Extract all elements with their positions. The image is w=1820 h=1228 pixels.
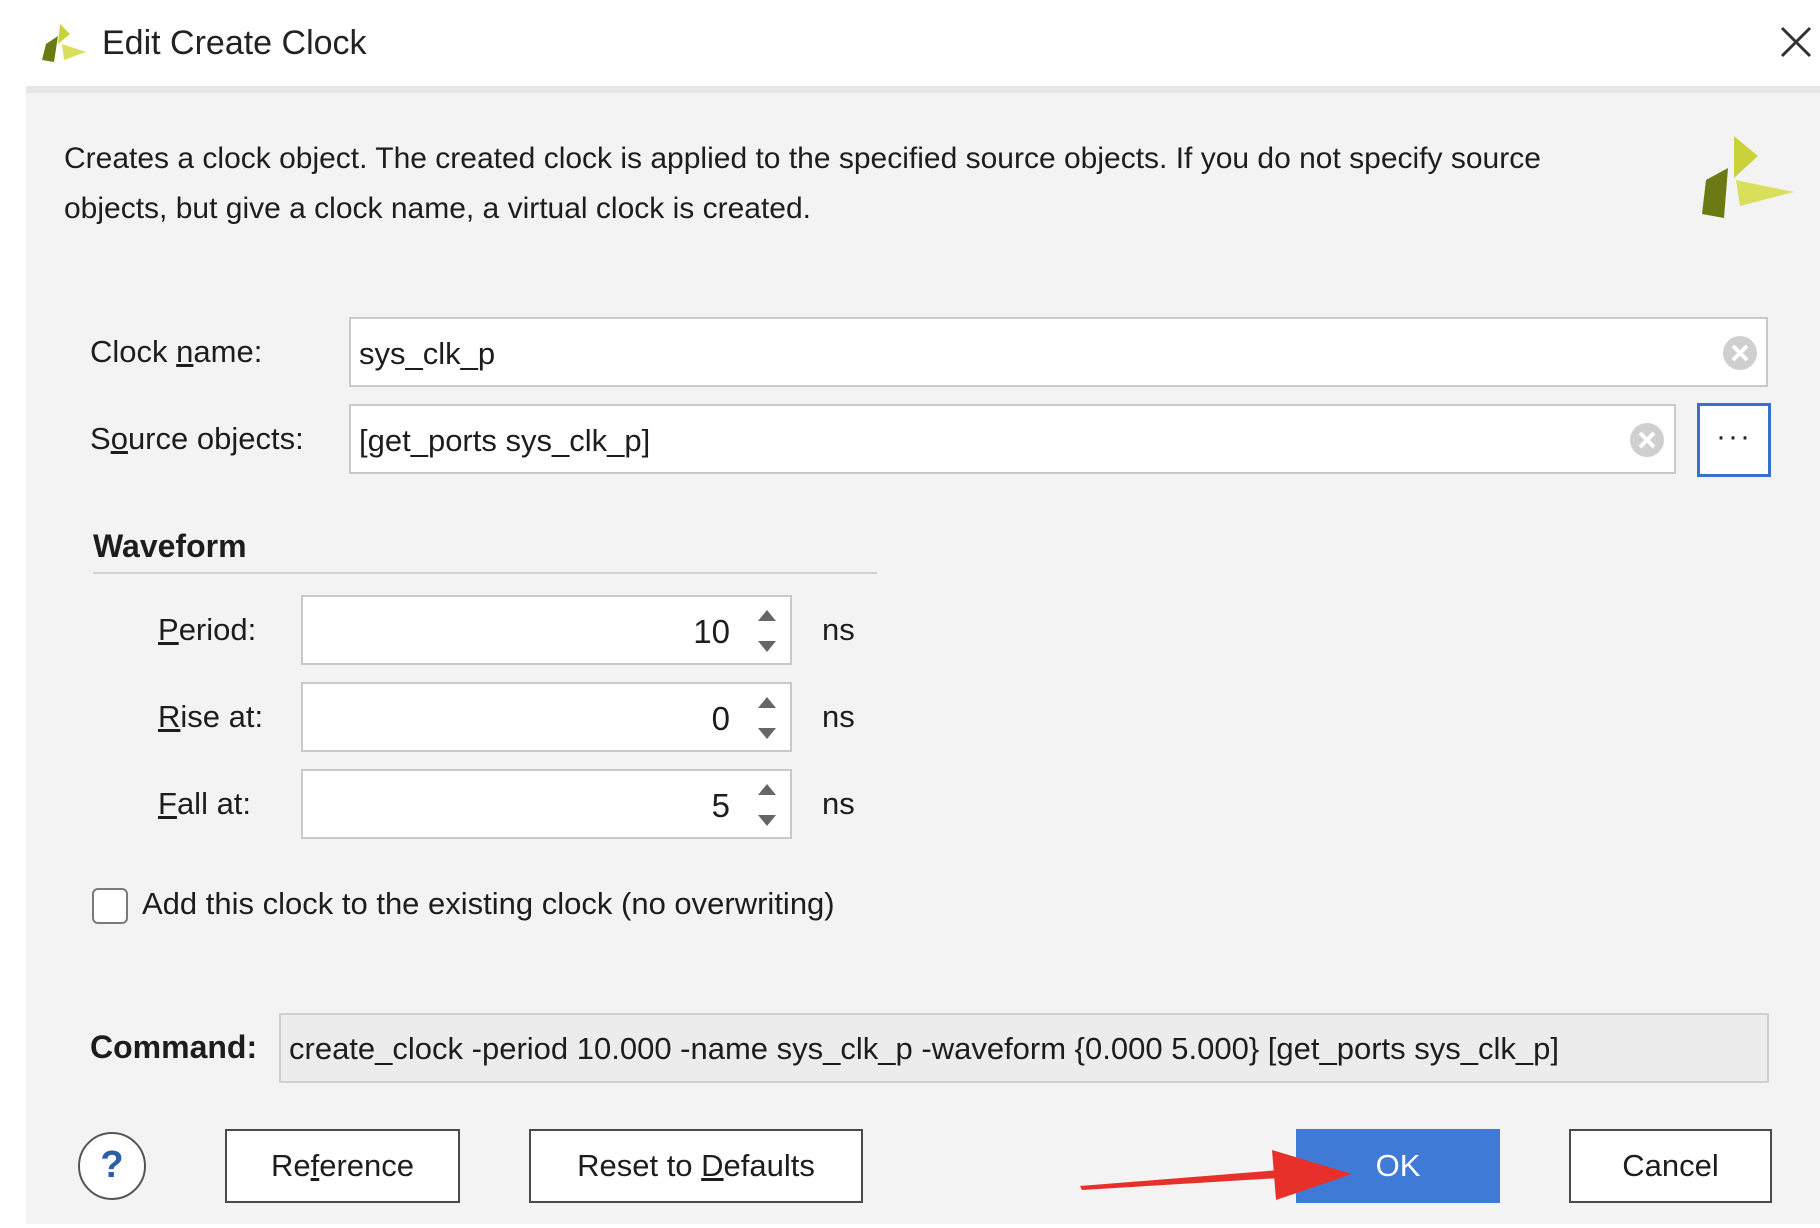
rise-at-unit: ns — [822, 699, 855, 734]
window-title: Edit Create Clock — [102, 24, 367, 62]
clear-icon[interactable] — [1721, 334, 1759, 372]
add-clock-checkbox[interactable] — [92, 888, 128, 924]
ok-button[interactable]: OK — [1296, 1129, 1500, 1203]
clock-name-field[interactable]: sys_clk_p — [349, 317, 1768, 387]
browse-label: ··· — [1716, 420, 1752, 453]
command-field[interactable]: create_clock -period 10.000 -name sys_cl… — [279, 1013, 1769, 1083]
fall-at-unit: ns — [822, 786, 855, 821]
help-icon: ? — [100, 1144, 124, 1186]
source-objects-field[interactable]: [get_ports sys_clk_p] — [349, 404, 1676, 474]
section-divider — [93, 572, 877, 574]
title-separator — [26, 86, 1820, 93]
rise-at-spinner[interactable]: 0 — [301, 682, 792, 752]
command-value: create_clock -period 10.000 -name sys_cl… — [289, 1031, 1559, 1066]
spin-up-icon[interactable] — [754, 779, 780, 801]
rise-at-label: Rise at: — [158, 699, 264, 734]
spin-down-icon[interactable] — [754, 809, 780, 831]
clock-name-value: sys_clk_p — [359, 336, 496, 371]
close-icon[interactable] — [1778, 24, 1814, 60]
rise-at-value: 0 — [711, 700, 730, 737]
source-objects-label: Source objects: — [90, 421, 304, 456]
command-label: Command: — [90, 1029, 258, 1065]
fall-at-label: Fall at: — [158, 786, 252, 821]
spin-down-icon[interactable] — [754, 635, 780, 657]
clear-icon[interactable] — [1628, 421, 1666, 459]
period-spinner[interactable]: 10 — [301, 595, 792, 665]
period-label: Period: — [158, 612, 257, 647]
spin-up-icon[interactable] — [754, 605, 780, 627]
period-value: 10 — [693, 613, 730, 650]
fall-at-value: 5 — [711, 787, 730, 824]
waveform-section-title: Waveform — [93, 528, 247, 564]
clock-name-label: Clock name: — [90, 334, 263, 369]
vivado-logo-icon — [1702, 136, 1794, 218]
fall-at-spinner[interactable]: 5 — [301, 769, 792, 839]
help-button[interactable]: ? — [78, 1132, 146, 1200]
spin-up-icon[interactable] — [754, 692, 780, 714]
source-objects-value: [get_ports sys_clk_p] — [359, 423, 651, 458]
period-unit: ns — [822, 612, 855, 647]
title-bar: Edit Create Clock — [0, 0, 1820, 88]
browse-source-objects-button[interactable]: ··· — [1697, 403, 1771, 477]
reference-button[interactable]: Reference — [225, 1129, 460, 1203]
dialog-description: Creates a clock object. The created cloc… — [64, 142, 1541, 225]
reset-to-defaults-button[interactable]: Reset to Defaults — [529, 1129, 863, 1203]
add-clock-checkbox-label[interactable]: Add this clock to the existing clock (no… — [142, 886, 835, 922]
cancel-button[interactable]: Cancel — [1569, 1129, 1772, 1203]
spin-down-icon[interactable] — [754, 722, 780, 744]
vivado-logo-icon — [42, 24, 86, 62]
